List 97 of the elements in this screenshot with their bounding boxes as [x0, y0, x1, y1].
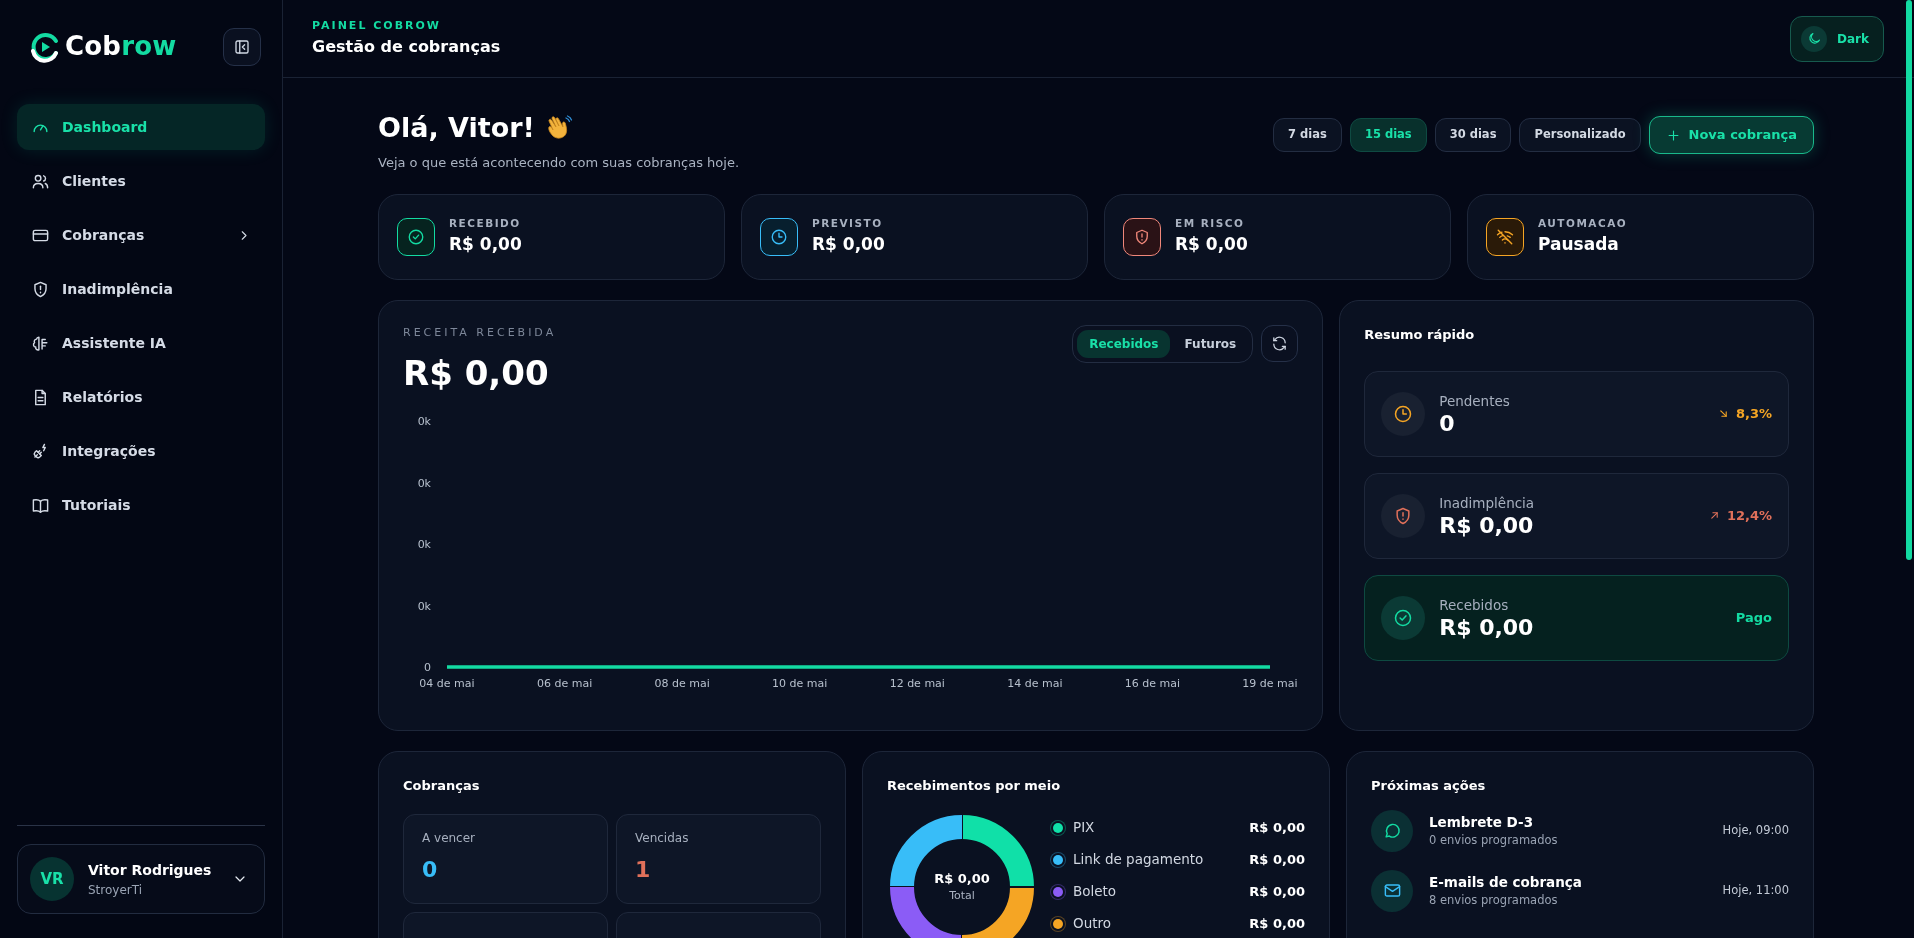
- refresh-button[interactable]: [1261, 325, 1299, 362]
- stat-label: AUTOMACAO: [1538, 216, 1628, 232]
- plus-icon: [1665, 127, 1681, 143]
- greeting-title: Olá, Vitor!: [378, 111, 535, 145]
- clock-icon: [770, 228, 788, 246]
- x-axis-label: 14 de mai: [1007, 676, 1063, 690]
- legend-label: Outro: [1073, 914, 1111, 934]
- brand-name: Cobrow: [65, 30, 177, 63]
- stat-label: PREVISTO: [812, 216, 884, 232]
- revenue-eyebrow: RECEITA RECEBIDA: [403, 325, 557, 341]
- action-subtitle: 0 envios programados: [1429, 832, 1558, 849]
- clock-icon: [1393, 403, 1414, 424]
- legend-value: R$ 0,00: [1249, 850, 1305, 869]
- next-actions-title: Próximas ações: [1371, 777, 1487, 795]
- status-label: Pago: [1735, 608, 1772, 627]
- x-axis-label: 16 de mai: [1124, 676, 1181, 690]
- tile-label: A vencer: [422, 829, 477, 847]
- period-filter-button[interactable]: 15 dias: [1349, 118, 1427, 152]
- nav-item[interactable]: Tutoriais: [17, 482, 265, 528]
- y-axis-label: 0k: [417, 414, 431, 428]
- x-axis-label: 10 de mai: [772, 676, 828, 690]
- payment-methods-title: Recebimentos por meio: [887, 777, 1062, 795]
- stat-label: EM RISCO: [1175, 216, 1246, 232]
- summary-value: R$ 0,00: [1439, 615, 1535, 640]
- check-circle-icon: [1393, 607, 1414, 628]
- nav-item[interactable]: Relatórios: [17, 374, 265, 420]
- mail-icon: [1382, 881, 1402, 900]
- nav-item[interactable]: Assistente IA: [17, 320, 265, 366]
- charges-title: Cobranças: [403, 777, 481, 795]
- legend-label: Link de pagamento: [1073, 850, 1204, 870]
- stat-label: RECEBIDO: [449, 216, 522, 232]
- x-axis-label: 12 de mai: [889, 676, 945, 690]
- nav-item[interactable]: Cobranças: [17, 212, 265, 258]
- stat-value: R$ 0,00: [812, 233, 885, 257]
- nav-item[interactable]: Dashboard: [17, 104, 265, 150]
- action-title: Lembrete D-3: [1429, 812, 1535, 832]
- new-charge-button[interactable]: Nova cobrança: [1648, 116, 1814, 154]
- tile-value: 0: [422, 855, 439, 884]
- summary-label: Inadimplência: [1439, 494, 1536, 514]
- moon-icon: [1806, 31, 1822, 46]
- wifi-off-icon: [1496, 228, 1514, 246]
- y-axis-label: 0: [424, 660, 431, 674]
- x-axis-label: 06 de mai: [536, 676, 593, 690]
- donut-total-label: Total: [949, 888, 975, 904]
- shield-alert-icon: [1133, 228, 1151, 246]
- page-title: Gestão de cobranças: [312, 35, 501, 58]
- legend-label: PIX: [1073, 818, 1095, 838]
- period-filter-button[interactable]: 7 dias: [1273, 118, 1342, 152]
- legend-value: R$ 0,00: [1249, 882, 1305, 901]
- chart-mode-tab[interactable]: Futuros: [1172, 330, 1249, 358]
- tile-value: 1: [635, 855, 652, 884]
- period-filter-button[interactable]: Personalizado: [1519, 118, 1641, 152]
- legend-label: Boleto: [1073, 882, 1117, 902]
- stat-value: Pausada: [1538, 233, 1620, 257]
- summary-title: Resumo rápido: [1364, 326, 1476, 344]
- header-eyebrow: PAINEL COBROW: [312, 18, 442, 35]
- x-axis-label: 19 de mai: [1242, 676, 1298, 690]
- nav-item[interactable]: Clientes: [17, 158, 265, 204]
- chart-mode-tab[interactable]: Recebidos: [1077, 330, 1171, 358]
- shield-alert-icon: [31, 279, 50, 299]
- nav-item[interactable]: Integrações: [17, 428, 265, 474]
- tile-label: Vencidas: [635, 829, 690, 847]
- revenue-amount: R$ 0,00: [403, 351, 550, 395]
- user-card[interactable]: VR Vitor Rodrigues StroyerTi: [17, 844, 265, 914]
- summary-value: R$ 0,00: [1439, 513, 1535, 538]
- collapse-sidebar-button[interactable]: [223, 27, 261, 66]
- theme-toggle[interactable]: Dark: [1790, 15, 1884, 62]
- greeting-subtitle: Veja o que está acontecendo com suas cobranças hoje.: [378, 153, 740, 172]
- action-time: Hoje, 09:00: [1722, 821, 1789, 839]
- stat-value: R$ 0,00: [449, 233, 522, 257]
- trend-value: 12,4%: [1726, 506, 1772, 525]
- y-axis-label: 0k: [417, 537, 431, 551]
- user-avatar: VR: [30, 857, 74, 901]
- legend-value: R$ 0,00: [1249, 914, 1305, 933]
- period-filter-button[interactable]: 30 dias: [1434, 118, 1512, 152]
- sidebar-collapse-icon: [233, 37, 251, 56]
- action-subtitle: 8 envios programados: [1429, 892, 1559, 909]
- logo-icon: [29, 30, 61, 63]
- nav-item[interactable]: Inadimplência: [17, 266, 265, 312]
- refresh-icon: [1271, 335, 1289, 352]
- x-axis-label: 08 de mai: [654, 676, 710, 690]
- action-time: Hoje, 11:00: [1722, 881, 1789, 899]
- check-circle-icon: [407, 228, 425, 246]
- summary-value: 0: [1439, 411, 1456, 436]
- user-organization: StroyerTi: [88, 881, 144, 899]
- legend-value: R$ 0,00: [1249, 818, 1305, 837]
- y-axis-label: 0k: [417, 476, 431, 489]
- y-axis-label: 0k: [417, 599, 431, 612]
- summary-label: Recebidos: [1439, 596, 1510, 616]
- user-name: Vitor Rodrigues: [88, 860, 213, 880]
- donut-total-value: R$ 0,00: [934, 869, 990, 888]
- x-axis-label: 04 de mai: [419, 676, 475, 690]
- stat-value: R$ 0,00: [1175, 233, 1248, 257]
- summary-label: Pendentes: [1439, 392, 1511, 412]
- action-title: E-mails de cobrança: [1429, 872, 1582, 892]
- trend-value: 8,3%: [1735, 404, 1772, 423]
- scrollbar[interactable]: [1906, 0, 1912, 560]
